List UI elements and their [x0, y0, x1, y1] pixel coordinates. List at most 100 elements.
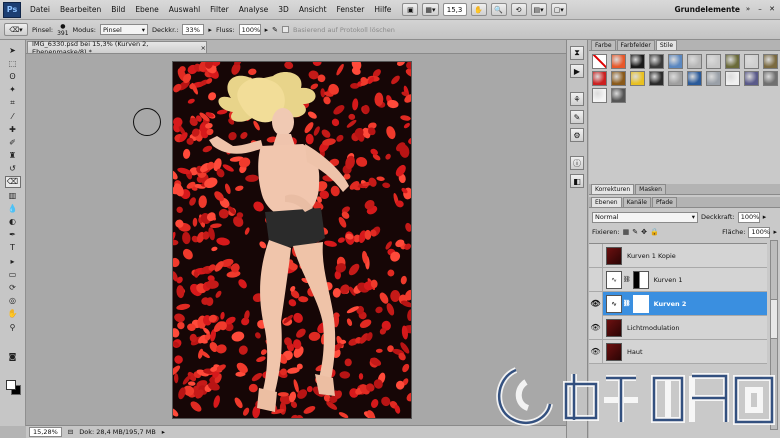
eye-icon[interactable]: 👁: [589, 315, 603, 340]
brushes-panel-icon[interactable]: ✎: [570, 110, 584, 124]
style-swatch[interactable]: [706, 71, 721, 86]
style-swatch[interactable]: [630, 71, 645, 86]
hand-tool-icon[interactable]: ✋: [5, 308, 21, 320]
crop-tool-icon[interactable]: ⌗: [5, 97, 21, 109]
flow-input[interactable]: 100%: [238, 24, 261, 35]
rotate-view-icon[interactable]: ⟲: [510, 3, 527, 16]
zoom-tool-icon[interactable]: ⚲: [5, 321, 21, 333]
extras-button[interactable]: ▦▾: [422, 3, 439, 16]
tool-presets-icon[interactable]: ⚙: [570, 128, 584, 142]
layer-mask-thumbnail[interactable]: [632, 270, 649, 289]
menu-analyse[interactable]: Analyse: [234, 5, 274, 14]
menu-bild[interactable]: Bild: [106, 5, 130, 14]
document-tab[interactable]: IMG_6330.psd bei 15,3% (Kurven 2, Ebenen…: [27, 40, 207, 56]
arrange-documents-icon[interactable]: ▤▾: [530, 3, 547, 16]
menu-auswahl[interactable]: Auswahl: [164, 5, 205, 14]
healing-brush-tool-icon[interactable]: ✚: [5, 123, 21, 135]
layer-row[interactable]: Kurven 1 Kopie: [589, 243, 767, 268]
style-swatch[interactable]: [687, 71, 702, 86]
fill-arrow-icon[interactable]: ▸: [773, 228, 777, 236]
blur-tool-icon[interactable]: 💧: [5, 202, 21, 214]
style-swatch[interactable]: [592, 88, 607, 103]
style-swatch[interactable]: [611, 54, 626, 69]
screen-mode-icon[interactable]: ▢▾: [550, 3, 567, 16]
actions-panel-icon[interactable]: ▶: [570, 64, 584, 78]
close-window-icon[interactable]: ✕: [767, 3, 777, 15]
style-swatch[interactable]: [706, 54, 721, 69]
quick-mask-icon[interactable]: ◙: [5, 350, 21, 362]
pen-tool-icon[interactable]: ✒: [5, 229, 21, 241]
quick-selection-tool-icon[interactable]: ✦: [5, 84, 21, 96]
zoom-tool-icon[interactable]: 🔍: [490, 3, 507, 16]
eraser-preset-icon[interactable]: ⌫▾: [4, 23, 28, 36]
scrollbar-thumb[interactable]: [771, 299, 777, 339]
gradient-tool-icon[interactable]: ▥: [5, 189, 21, 201]
style-swatch[interactable]: [649, 71, 664, 86]
eraser-tool-icon[interactable]: ⌫: [4, 175, 21, 189]
tab-adjustments[interactable]: Korrekturen: [591, 184, 635, 194]
tab-channels[interactable]: Kanäle: [622, 197, 651, 207]
layer-opacity-arrow-icon[interactable]: ▸: [763, 213, 767, 221]
style-swatch[interactable]: [725, 54, 740, 69]
layer-row[interactable]: 👁 Haut: [589, 339, 767, 364]
history-brush-tool-icon[interactable]: ↺: [5, 163, 21, 175]
layers-scrollbar[interactable]: [770, 240, 778, 430]
opacity-input[interactable]: 33%: [182, 24, 205, 35]
style-swatch[interactable]: [744, 54, 759, 69]
tab-swatches[interactable]: Farbfelder: [616, 40, 655, 50]
tab-styles[interactable]: Stile: [655, 40, 678, 50]
move-tool-icon[interactable]: ➤: [5, 44, 21, 56]
tab-layers[interactable]: Ebenen: [591, 197, 622, 207]
style-swatch[interactable]: [763, 54, 778, 69]
history-checkbox[interactable]: [281, 26, 289, 33]
info-panel-icon[interactable]: ⓘ: [570, 156, 584, 170]
menu-bearbeiten[interactable]: Bearbeiten: [55, 5, 106, 14]
style-none-swatch[interactable]: [592, 54, 607, 69]
style-swatch[interactable]: [687, 54, 702, 69]
style-swatch[interactable]: [611, 71, 626, 86]
layer-row[interactable]: 👁 ∿ ⛓ Kurven 2: [589, 291, 767, 316]
mode-select[interactable]: Pinsel ▾: [99, 24, 148, 35]
workspace-switcher[interactable]: Grundelemente: [674, 5, 740, 14]
bridge-button[interactable]: ▣: [402, 3, 419, 16]
blend-mode-select[interactable]: Normal ▾: [592, 211, 698, 223]
3d-rotate-tool-icon[interactable]: ⟳: [5, 281, 21, 293]
lock-pixels-icon[interactable]: ✎: [632, 228, 638, 236]
style-swatch[interactable]: [649, 54, 664, 69]
zoom-percentage[interactable]: 15,28%: [29, 427, 62, 437]
eyedropper-tool-icon[interactable]: ⁄: [5, 110, 21, 122]
brush-tool-icon[interactable]: ✐: [5, 136, 21, 148]
style-swatch[interactable]: [611, 88, 626, 103]
zoom-level-field[interactable]: 15,3: [442, 3, 467, 16]
close-document-icon[interactable]: ×: [201, 44, 206, 52]
tab-masks[interactable]: Masken: [635, 184, 666, 194]
menu-filter[interactable]: Filter: [205, 5, 234, 14]
menu-3d[interactable]: 3D: [273, 5, 294, 14]
shape-tool-icon[interactable]: ▭: [5, 268, 21, 280]
hand-tool-icon[interactable]: ✋: [470, 3, 487, 16]
layer-mask-thumbnail[interactable]: [632, 294, 649, 313]
marquee-tool-icon[interactable]: ⬚: [5, 57, 21, 69]
minimize-icon[interactable]: –: [755, 3, 765, 15]
lock-position-icon[interactable]: ✥: [641, 228, 647, 236]
history-panel-icon[interactable]: ⧗: [570, 46, 584, 60]
menu-ebene[interactable]: Ebene: [130, 5, 163, 14]
lock-all-icon[interactable]: 🔒: [650, 228, 659, 236]
menu-hilfe[interactable]: Hilfe: [369, 5, 396, 14]
status-arrow-icon[interactable]: ▸: [162, 428, 165, 436]
eye-icon[interactable]: 👁: [589, 291, 603, 316]
lock-transparency-icon[interactable]: ▦: [623, 228, 630, 236]
clone-stamp-tool-icon[interactable]: ♜: [5, 150, 21, 162]
workspace-chevron-icon[interactable]: »: [743, 3, 753, 15]
path-selection-tool-icon[interactable]: ▸: [5, 255, 21, 267]
3d-orbit-tool-icon[interactable]: ◎: [5, 295, 21, 307]
style-swatch[interactable]: [725, 71, 740, 86]
fill-input[interactable]: 100%: [748, 226, 771, 238]
navigator-panel-icon[interactable]: ◧: [570, 174, 584, 188]
menu-ansicht[interactable]: Ansicht: [294, 5, 332, 14]
style-swatch[interactable]: [668, 71, 683, 86]
lasso-tool-icon[interactable]: ʘ: [5, 70, 21, 82]
menu-fenster[interactable]: Fenster: [332, 5, 370, 14]
layer-row[interactable]: 👁 Lichtmodulation: [589, 315, 767, 340]
style-swatch[interactable]: [592, 71, 607, 86]
